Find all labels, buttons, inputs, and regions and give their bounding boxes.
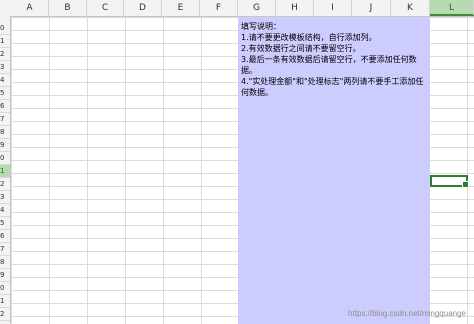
row-header[interactable]: 7 [0,243,10,256]
row-header[interactable]: 1 [0,165,10,178]
row-header[interactable]: 3 [0,61,10,74]
column-header-f[interactable]: F [200,0,238,16]
column-header-g[interactable]: G [238,0,276,16]
row-header[interactable]: 1 [0,295,10,308]
column-header-c[interactable]: C [87,0,124,16]
row-header[interactable]: 1 [0,35,10,48]
row-header[interactable]: 9 [0,139,10,152]
column-header-d[interactable]: D [124,0,162,16]
active-cell-selection[interactable] [430,175,469,188]
column-header-a[interactable]: A [11,0,49,16]
column-header-j[interactable]: J [352,0,391,16]
row-header[interactable]: 2 [0,308,10,321]
row-header[interactable]: 0 [0,22,10,35]
instruction-line-4: 4."实处理金额"和"处理标志"两列请不要手工添加任何数据。 [241,77,424,97]
row-header[interactable]: 8 [0,126,10,139]
row-header[interactable]: 7 [0,113,10,126]
fill-handle[interactable] [462,181,469,188]
column-header-h[interactable]: H [276,0,314,16]
instruction-cell[interactable]: 填写说明： 1.请不要更改模板结构，自行添加列。 2.有效数据行之间请不要留空行… [238,17,430,324]
instruction-line-1: 1.请不要更改模板结构，自行添加列。 [241,33,377,42]
column-header-row: ABCDEFGHIJKL [0,0,474,17]
column-header-b[interactable]: B [49,0,87,16]
row-header[interactable]: 8 [0,256,10,269]
row-header[interactable]: 0 [0,152,10,165]
spreadsheet: ABCDEFGHIJKL 01234567890123456789012 填写说… [0,0,474,324]
column-header-k[interactable]: K [391,0,430,16]
row-header[interactable]: 4 [0,204,10,217]
instruction-line-3: 3.最后一条有效数据后请留空行，不要添加任何数据。 [241,55,417,75]
column-header-l[interactable]: L [430,0,474,16]
instruction-line-2: 2.有效数据行之间请不要留空行。 [241,44,361,53]
row-header[interactable]: 3 [0,191,10,204]
row-header[interactable]: 0 [0,282,10,295]
instruction-title: 填写说明： [241,22,281,31]
row-header[interactable]: 6 [0,230,10,243]
row-header[interactable]: 9 [0,269,10,282]
column-header-e[interactable]: E [162,0,200,16]
row-header[interactable]: 2 [0,178,10,191]
column-header-i[interactable]: I [314,0,352,16]
row-header[interactable]: 4 [0,74,10,87]
row-header[interactable]: 5 [0,87,10,100]
row-header-column: 01234567890123456789012 [0,16,11,324]
row-header[interactable]: 5 [0,217,10,230]
row-header[interactable]: 6 [0,100,10,113]
row-header[interactable]: 2 [0,48,10,61]
watermark: https://blog.csdn.net/mingquange [348,309,466,318]
